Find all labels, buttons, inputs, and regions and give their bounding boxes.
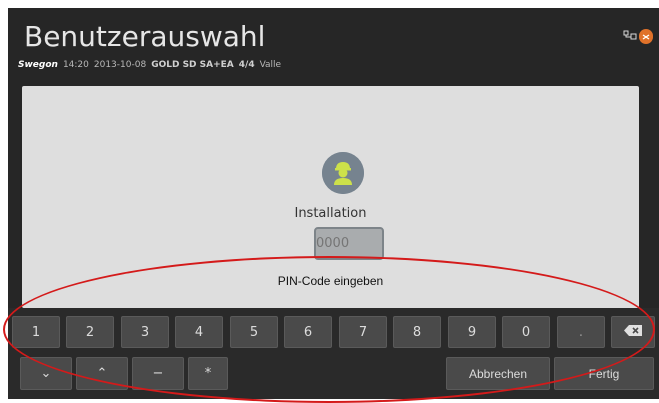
on-screen-keyboard: 1 2 3 4 5 6 7 8 9 0 . ⌄ ⌃ − * Abbrechen … bbox=[8, 308, 659, 399]
key-down[interactable]: ⌄ bbox=[20, 357, 72, 390]
installer-user-icon[interactable] bbox=[322, 152, 364, 194]
brand-logo: Swegon bbox=[18, 60, 58, 70]
status-time: 14:20 bbox=[62, 60, 89, 70]
top-icons bbox=[623, 26, 653, 45]
key-up[interactable]: ⌃ bbox=[76, 357, 128, 390]
key-9[interactable]: 9 bbox=[448, 316, 496, 348]
status-date: 2013-10-08 bbox=[93, 60, 147, 70]
key-4[interactable]: 4 bbox=[175, 316, 223, 348]
page-title: Benutzerauswahl bbox=[24, 20, 266, 53]
key-6[interactable]: 6 bbox=[284, 316, 332, 348]
key-asterisk[interactable]: * bbox=[188, 357, 228, 390]
pin-prompt: PIN-Code eingeben bbox=[277, 274, 384, 288]
backspace-icon bbox=[623, 324, 643, 341]
cancel-button[interactable]: Abbrechen bbox=[446, 357, 550, 390]
status-unit: GOLD SD SA+EA bbox=[151, 60, 234, 70]
key-minus[interactable]: − bbox=[132, 357, 184, 390]
key-7[interactable]: 7 bbox=[339, 316, 387, 348]
user-role-label: Installation bbox=[294, 206, 367, 221]
key-0[interactable]: 0 bbox=[502, 316, 550, 348]
app-screen: Benutzerauswahl Swegon 14:20 2013-10-08 … bbox=[8, 8, 659, 399]
key-1[interactable]: 1 bbox=[12, 316, 60, 348]
key-8[interactable]: 8 bbox=[393, 316, 441, 348]
network-icon[interactable] bbox=[623, 26, 637, 45]
status-mode: Valle bbox=[259, 60, 282, 70]
alarm-icon[interactable] bbox=[639, 28, 653, 44]
key-5[interactable]: 5 bbox=[230, 316, 278, 348]
user-selection-panel: Installation PIN-Code eingeben bbox=[22, 86, 639, 308]
key-period[interactable]: . bbox=[557, 316, 605, 348]
pin-input[interactable] bbox=[314, 227, 384, 260]
key-3[interactable]: 3 bbox=[121, 316, 169, 348]
status-bar: Swegon 14:20 2013-10-08 GOLD SD SA+EA 4/… bbox=[18, 58, 281, 72]
done-button[interactable]: Fertig bbox=[554, 357, 654, 390]
backspace-key[interactable] bbox=[611, 316, 655, 348]
status-page: 4/4 bbox=[238, 60, 255, 70]
key-2[interactable]: 2 bbox=[66, 316, 114, 348]
